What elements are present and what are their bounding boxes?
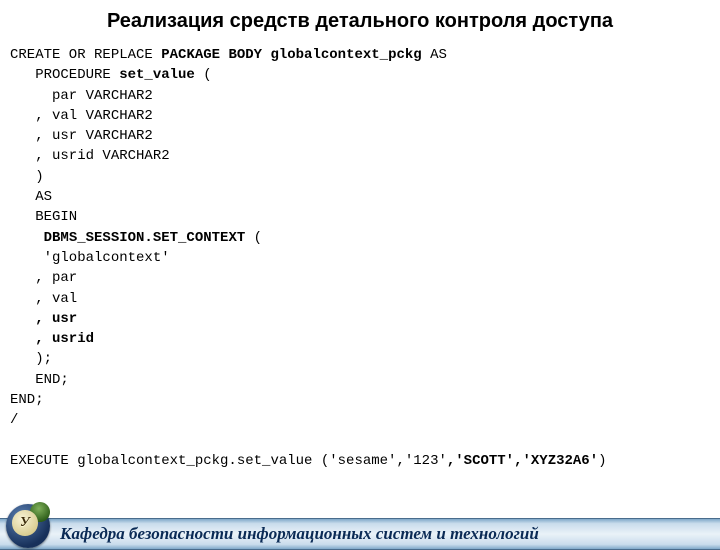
code-line: 'globalcontext': [10, 248, 720, 268]
footer: Кафедра безопасности информационных сист…: [0, 510, 720, 550]
code-line: END;: [10, 370, 720, 390]
code-line: END;: [10, 390, 720, 410]
code-segment: [10, 230, 44, 246]
code-line: CREATE OR REPLACE PACKAGE BODY globalcon…: [10, 45, 720, 65]
code-segment: END;: [10, 392, 44, 408]
code-segment: (: [195, 67, 212, 83]
code-line: , usr VARCHAR2: [10, 126, 720, 146]
code-segment: );: [10, 351, 52, 367]
code-segment: DBMS_SESSION.SET_CONTEXT: [44, 230, 246, 246]
code-line: EXECUTE globalcontext_pckg.set_value ('s…: [10, 451, 720, 471]
code-segment: , usrid: [10, 331, 94, 347]
code-line: par VARCHAR2: [10, 86, 720, 106]
code-segment: (: [245, 230, 262, 246]
code-line: PROCEDURE set_value (: [10, 65, 720, 85]
code-line: , usr: [10, 309, 720, 329]
code-segment: EXECUTE globalcontext_pckg.set_value ('s…: [10, 453, 447, 469]
code-segment: ): [10, 169, 44, 185]
code-segment: ): [598, 453, 606, 469]
code-line: , val VARCHAR2: [10, 106, 720, 126]
slide-title: Реализация средств детального контроля д…: [0, 10, 720, 33]
code-line: DBMS_SESSION.SET_CONTEXT (: [10, 228, 720, 248]
code-line: BEGIN: [10, 207, 720, 227]
code-segment: 'globalcontext': [10, 250, 170, 266]
code-segment: END;: [10, 372, 69, 388]
code-segment: , usr VARCHAR2: [10, 128, 153, 144]
footer-text: Кафедра безопасности информационных сист…: [60, 519, 710, 549]
code-segment: , usrid VARCHAR2: [10, 148, 170, 164]
code-segment: par VARCHAR2: [10, 88, 153, 104]
code-segment: AS: [10, 189, 52, 205]
code-segment: , val: [10, 291, 77, 307]
code-line: , usrid: [10, 329, 720, 349]
code-line: , usrid VARCHAR2: [10, 146, 720, 166]
code-line: , val: [10, 289, 720, 309]
code-block: CREATE OR REPLACE PACKAGE BODY globalcon…: [10, 45, 720, 471]
code-segment: , val VARCHAR2: [10, 108, 153, 124]
code-segment: ,'SCOTT','XYZ32A6': [447, 453, 598, 469]
code-line: /: [10, 410, 720, 430]
code-segment: CREATE OR REPLACE: [10, 47, 161, 63]
code-line: AS: [10, 187, 720, 207]
code-segment: AS: [422, 47, 447, 63]
footer-bar: Кафедра безопасности информационных сист…: [0, 518, 720, 550]
code-segment: PACKAGE BODY globalcontext_pckg: [161, 47, 421, 63]
code-line: );: [10, 349, 720, 369]
code-line: [10, 431, 720, 451]
code-segment: , usr: [10, 311, 77, 327]
university-logo-icon: У: [6, 504, 50, 548]
code-segment: , par: [10, 270, 77, 286]
code-line: , par: [10, 268, 720, 288]
code-segment: PROCEDURE: [10, 67, 119, 83]
code-segment: /: [10, 412, 18, 428]
code-segment: set_value: [119, 67, 195, 83]
code-line: ): [10, 167, 720, 187]
code-segment: BEGIN: [10, 209, 77, 225]
logo-letter: У: [12, 510, 38, 536]
